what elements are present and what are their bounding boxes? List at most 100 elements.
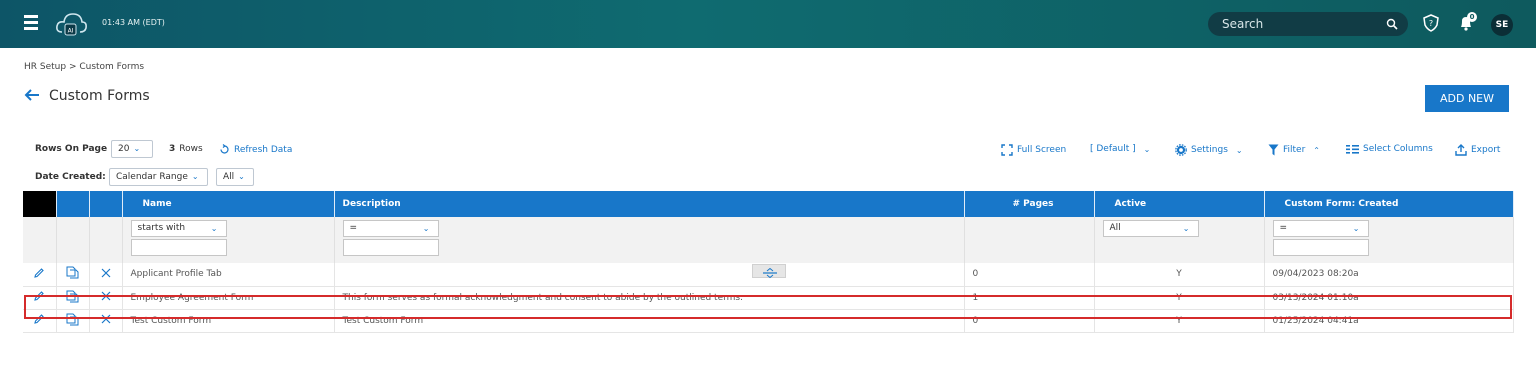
created-filter-input[interactable] <box>1272 239 1369 256</box>
header-description[interactable]: Description <box>334 191 965 217</box>
date-all-select[interactable]: All ⌄ <box>216 168 254 186</box>
header-created[interactable]: Custom Form: Created <box>1264 191 1514 217</box>
export-label: Export <box>1471 145 1501 155</box>
view-select[interactable]: [ Default ] ⌄ <box>1090 144 1150 154</box>
cell-description <box>334 263 965 287</box>
description-filter-select[interactable]: = ⌄ <box>342 220 439 237</box>
refresh-label: Refresh Data <box>234 144 293 155</box>
filter-cell <box>89 217 123 263</box>
cell-created: 03/13/2024 01:10a <box>1264 286 1514 310</box>
rows-on-page-label: Rows On Page <box>35 144 108 154</box>
menu-icon[interactable] <box>24 15 38 31</box>
chevron-down-icon: ⌄ <box>1143 144 1151 154</box>
cell-name[interactable]: Employee Agreement Form <box>122 286 335 310</box>
chevron-down-icon: ⌄ <box>1352 224 1360 233</box>
full-screen-button[interactable]: Full Screen <box>1001 144 1066 156</box>
copy-cell[interactable] <box>56 263 90 287</box>
filter-collapse-handle[interactable] <box>752 264 786 279</box>
rows-on-page-group: Rows On Page <box>35 144 107 154</box>
filter-icon <box>1268 144 1279 156</box>
delete-cell[interactable] <box>89 309 123 333</box>
delete-cell[interactable] <box>89 286 123 310</box>
back-arrow-icon[interactable] <box>24 87 40 103</box>
date-all-value: All <box>223 172 235 182</box>
filter-cell <box>56 217 90 263</box>
cloud-logo-icon[interactable]: AI <box>54 10 88 38</box>
pencil-icon[interactable] <box>33 267 45 279</box>
copy-icon[interactable] <box>66 266 79 279</box>
created-filter-select[interactable]: = ⌄ <box>1272 220 1369 237</box>
chevron-down-icon: ⌄ <box>422 224 430 233</box>
top-bar: AI 01:43 AM (EDT) Search ? 0 SE <box>0 0 1536 48</box>
search-input[interactable]: Search <box>1208 12 1408 36</box>
filter-label: Filter <box>1283 145 1306 155</box>
search-icon[interactable] <box>1386 18 1398 30</box>
select-columns-button[interactable]: Select Columns <box>1346 144 1433 154</box>
cell-name[interactable]: Applicant Profile Tab <box>122 263 335 287</box>
calendar-range-select[interactable]: Calendar Range ⌄ <box>109 168 208 186</box>
edit-cell[interactable] <box>23 309 57 333</box>
gear-icon <box>1175 144 1187 156</box>
date-created-group: Date Created: <box>35 172 106 182</box>
edit-cell[interactable] <box>23 263 57 287</box>
pages-filter <box>964 217 1095 263</box>
pencil-icon[interactable] <box>33 313 45 325</box>
header-name[interactable]: Name <box>122 191 335 217</box>
svg-text:?: ? <box>1429 19 1433 28</box>
chevron-down-icon: ⌄ <box>1182 224 1190 233</box>
cell-name[interactable]: Test Custom Form <box>122 309 335 333</box>
pencil-icon[interactable] <box>33 290 45 302</box>
add-new-button[interactable]: ADD NEW <box>1425 85 1509 112</box>
settings-button[interactable]: Settings ⌄ <box>1175 144 1243 156</box>
description-filter: = ⌄ <box>334 217 965 263</box>
copy-icon[interactable] <box>66 290 79 303</box>
cell-active: Y <box>1094 309 1265 333</box>
active-filter-value: All <box>1109 223 1121 233</box>
rows-label: Rows <box>179 144 203 154</box>
expand-icon <box>1001 144 1013 156</box>
export-icon <box>1455 144 1467 156</box>
close-icon[interactable] <box>101 314 111 324</box>
rows-on-page-select[interactable]: 20 ⌄ <box>111 140 153 158</box>
edit-cell[interactable] <box>23 286 57 310</box>
export-button[interactable]: Export <box>1455 144 1500 156</box>
help-shield-icon[interactable]: ? <box>1422 14 1440 32</box>
header-select-all[interactable] <box>23 191 57 217</box>
name-filter-select[interactable]: starts with ⌄ <box>130 220 227 237</box>
rows-count-group: 3 Rows <box>169 144 203 154</box>
active-filter: All ⌄ <box>1094 217 1265 263</box>
table-row: Test Custom Form Test Custom Form 0 Y 01… <box>23 309 1514 333</box>
cell-active: Y <box>1094 286 1265 310</box>
cell-created: 09/04/2023 08:20a <box>1264 263 1514 287</box>
close-icon[interactable] <box>101 291 111 301</box>
created-filter: = ⌄ <box>1264 217 1514 263</box>
table-row: Employee Agreement Form This form serves… <box>23 286 1514 310</box>
avatar[interactable]: SE <box>1491 14 1513 36</box>
filter-cell <box>23 217 57 263</box>
clock: 01:43 AM (EDT) <box>102 18 165 27</box>
description-filter-value: = <box>349 223 358 233</box>
rows-on-page-value: 20 <box>118 144 130 154</box>
header-pages[interactable]: # Pages <box>964 191 1095 217</box>
delete-cell[interactable] <box>89 263 123 287</box>
close-icon[interactable] <box>101 268 111 278</box>
collapse-icon <box>763 267 777 279</box>
refresh-data-button[interactable]: Refresh Data <box>219 144 292 155</box>
breadcrumb[interactable]: HR Setup > Custom Forms <box>24 62 144 72</box>
settings-label: Settings <box>1191 145 1228 155</box>
copy-icon[interactable] <box>66 313 79 326</box>
cell-created: 01/25/2024 04:41a <box>1264 309 1514 333</box>
columns-icon <box>1346 145 1359 154</box>
copy-cell[interactable] <box>56 286 90 310</box>
page-title: Custom Forms <box>49 88 150 104</box>
active-filter-select[interactable]: All ⌄ <box>1102 220 1199 237</box>
refresh-icon <box>220 144 229 154</box>
chevron-down-icon: ⌄ <box>238 172 245 181</box>
cell-description: This form serves as formal acknowledgmen… <box>334 286 965 310</box>
header-active[interactable]: Active <box>1094 191 1265 217</box>
filter-button[interactable]: Filter ⌃ <box>1268 144 1320 156</box>
view-label: [ Default ] <box>1090 144 1136 154</box>
description-filter-input[interactable] <box>342 239 439 256</box>
copy-cell[interactable] <box>56 309 90 333</box>
name-filter-input[interactable] <box>130 239 227 256</box>
